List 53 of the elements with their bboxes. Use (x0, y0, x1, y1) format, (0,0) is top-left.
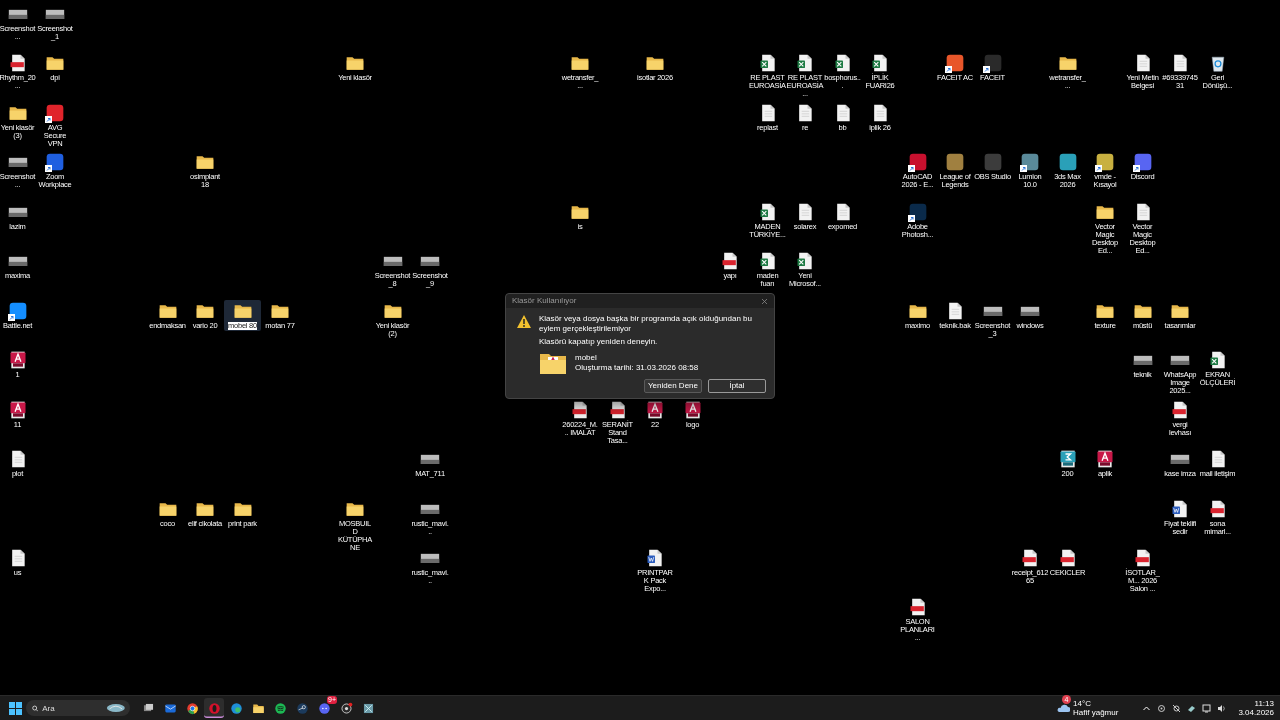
start-icon[interactable] (9, 701, 22, 715)
search-field[interactable]: Ara (26, 700, 130, 716)
spreadsheet-file-icon (795, 251, 815, 272)
aperture-icon (339, 701, 353, 715)
retry-button[interactable]: Yeniden Dene (644, 378, 702, 393)
shortcut-arrow-icon (1020, 165, 1027, 173)
temperature: 14°C (1073, 699, 1092, 708)
autodesk-file-icon (1095, 449, 1115, 470)
dialog-hint: Klasörü kapatıp yeniden deneyin. (539, 337, 659, 347)
search-input[interactable]: Ara (42, 703, 103, 713)
pdf-file-icon (1020, 547, 1040, 568)
shortcut-arrow-icon (982, 66, 990, 74)
warning-icon (516, 314, 532, 329)
spreadsheet-file-icon (795, 53, 815, 74)
dialog-message: Klasör veya dosya başka bir programda açık olduğundan bu eylem gerçekleştirilemiyor (539, 314, 754, 333)
file-created-date: Oluşturma tarihi: 31.03.2026 08:58 (575, 363, 699, 373)
tray-app-icon[interactable] (1172, 703, 1182, 713)
clock-date: 3.04.2026 (1238, 708, 1274, 717)
browser-icon (185, 701, 199, 715)
close-icon[interactable] (761, 297, 768, 305)
shortcut-arrow-icon (907, 165, 915, 173)
network-icon[interactable] (1202, 703, 1212, 713)
file-name: mobel (575, 352, 598, 362)
document-file-icon (645, 547, 665, 568)
search-highlight-picture (106, 703, 126, 713)
clock[interactable]: 11:13 3.04.2026 (1238, 699, 1274, 717)
weather-condition: Hafif yağmur (1073, 708, 1119, 717)
shortcut-arrow-icon (907, 214, 915, 222)
app-icon (361, 701, 375, 715)
tray-app-icon[interactable] (1157, 703, 1167, 713)
browser-icon (207, 701, 221, 715)
autodesk-file-icon (645, 399, 665, 420)
browser-icon (229, 701, 243, 715)
shortcut-arrow-icon (45, 165, 52, 173)
spreadsheet-file-icon (870, 53, 890, 74)
clock-time: 11:13 (1254, 699, 1274, 708)
shortcut-arrow-icon (1132, 165, 1140, 173)
search-icon (32, 704, 39, 712)
rain-cloud-icon (1056, 702, 1071, 714)
shortcut-arrow-icon (945, 66, 952, 74)
shortcut-arrow-icon (45, 115, 52, 123)
cancel-button[interactable]: İptal (708, 378, 766, 393)
speaker-icon[interactable] (1217, 703, 1227, 713)
pdf-file-icon (570, 399, 590, 420)
pdf-file-icon (720, 251, 740, 272)
chat-app-icon (317, 701, 331, 715)
taskbar-button[interactable] (204, 698, 224, 718)
dialog-title: Klasör Kullanılıyor (512, 296, 577, 306)
shortcut-arrow-icon (7, 313, 15, 321)
shortcut-arrow-icon (1095, 165, 1102, 173)
pdf-file-icon (1170, 399, 1190, 420)
music-app-icon (273, 701, 287, 715)
document-file-icon (1170, 498, 1190, 519)
